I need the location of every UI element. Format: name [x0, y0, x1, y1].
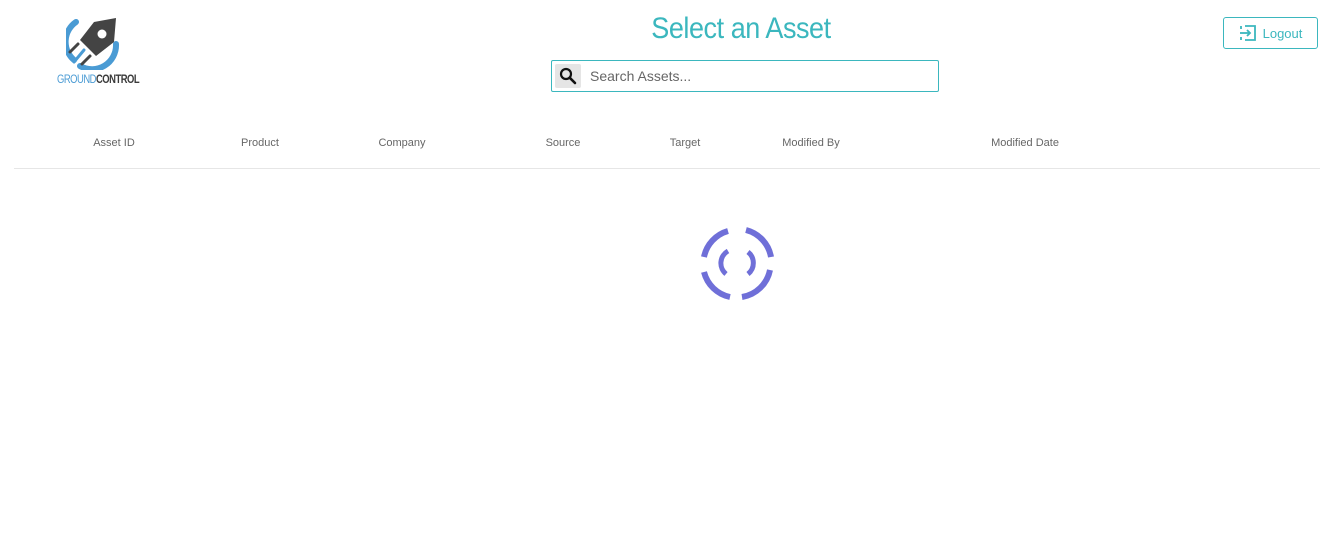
logo-wordmark: GROUNDCONTROL	[57, 73, 140, 87]
search-icon	[559, 67, 577, 85]
column-header-product[interactable]: Product	[241, 137, 279, 149]
logout-icon	[1239, 25, 1256, 41]
column-header-target[interactable]: Target	[670, 137, 701, 149]
loading-spinner-icon	[701, 227, 774, 300]
column-header-modified-by[interactable]: Modified By	[782, 137, 839, 149]
column-header-modified-date[interactable]: Modified Date	[991, 137, 1059, 149]
search-box[interactable]	[551, 60, 939, 92]
logout-label: Logout	[1262, 25, 1303, 41]
column-header-company[interactable]: Company	[378, 137, 425, 149]
asset-selection-page: GROUNDCONTROL Select an Asset Logout Ass…	[0, 0, 1344, 560]
logo-wordmark-control: CONTROL	[95, 74, 140, 86]
asset-table-header: Asset ID Product Company Source Target M…	[14, 120, 1320, 169]
column-header-asset-id[interactable]: Asset ID	[93, 137, 135, 149]
search-input[interactable]	[590, 64, 930, 88]
loading-spinner	[698, 224, 778, 302]
rocket-logo-icon	[66, 18, 120, 70]
search-button[interactable]	[555, 64, 581, 88]
column-header-source[interactable]: Source	[546, 137, 581, 149]
ground-control-logo: GROUNDCONTROL	[57, 14, 140, 88]
logout-button[interactable]: Logout	[1223, 17, 1318, 49]
page-title: Select an Asset	[651, 12, 831, 45]
logo-wordmark-ground: GROUND	[57, 74, 96, 86]
